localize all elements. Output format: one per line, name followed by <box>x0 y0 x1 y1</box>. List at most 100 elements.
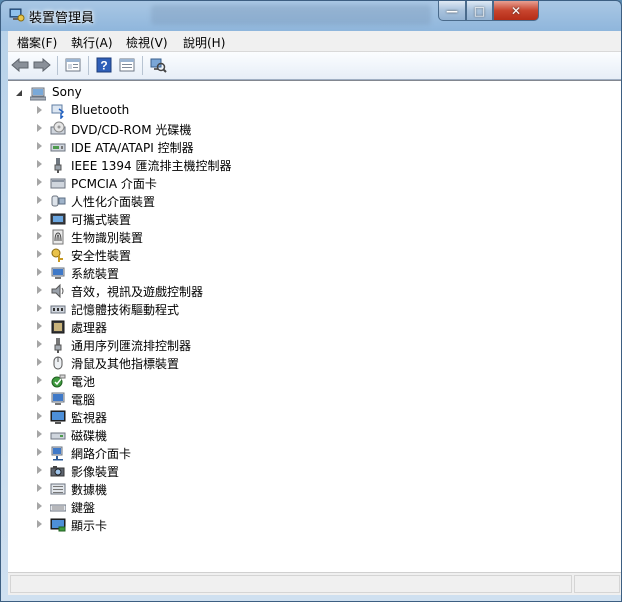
expand-arrow-icon[interactable] <box>37 160 42 168</box>
properties-button[interactable] <box>63 56 83 74</box>
minimize-icon: — <box>446 3 458 18</box>
tree-item[interactable]: 音效，視訊及遊戲控制器 <box>8 282 568 300</box>
expand-arrow-icon[interactable] <box>37 394 42 402</box>
tree-item[interactable]: DVD/CD-ROM 光碟機 <box>8 120 568 138</box>
tree-item-label: 監視器 <box>71 411 108 425</box>
tree-item[interactable]: IEEE 1394 匯流排主機控制器 <box>8 156 568 174</box>
tree-item[interactable]: 滑鼠及其他指標裝置 <box>8 354 568 372</box>
maximize-button[interactable]: □ <box>466 1 493 21</box>
device-tree[interactable]: Sony Bluetooth DVD/CD-ROM 光碟機 IDE ATA/ATAP… <box>8 80 621 572</box>
tree-item[interactable]: 監視器 <box>8 408 568 426</box>
tree-item-label: 人性化介面裝置 <box>71 195 156 209</box>
close-button[interactable]: ✕ <box>493 1 539 21</box>
tree-item-label: Bluetooth <box>71 103 130 117</box>
tree-item-label: 記憶體技術驅動程式 <box>71 303 180 317</box>
battery-icon <box>51 374 66 388</box>
tree-item[interactable]: 電池 <box>8 372 568 390</box>
expand-arrow-icon[interactable] <box>37 124 42 132</box>
tree-item-label: PCMCIA 介面卡 <box>71 177 157 191</box>
tree-item-label: 安全性裝置 <box>71 249 132 263</box>
tree-item[interactable]: 生物識別裝置 <box>8 228 568 246</box>
tree-item[interactable]: 網路介面卡 <box>8 444 568 462</box>
tree-item-label: 通用序列匯流排控制器 <box>71 339 192 353</box>
expand-arrow-icon[interactable] <box>37 412 42 420</box>
system-device-icon <box>51 267 65 279</box>
expand-arrow-icon[interactable] <box>37 358 42 366</box>
expand-arrow-icon[interactable] <box>37 448 42 456</box>
hid-icon <box>51 195 66 207</box>
view-button[interactable] <box>117 56 137 74</box>
minimize-button[interactable]: — <box>438 1 466 21</box>
expand-arrow-icon[interactable] <box>37 214 42 222</box>
expand-arrow-icon[interactable] <box>37 286 42 294</box>
pcmcia-icon <box>50 178 66 189</box>
expand-arrow-icon[interactable] <box>37 232 42 240</box>
window-title: 裝置管理員 <box>29 11 95 26</box>
tree-item-label: 系統裝置 <box>71 267 120 281</box>
expand-arrow-icon[interactable] <box>37 520 42 528</box>
tree-item[interactable]: 數據機 <box>8 480 568 498</box>
tree-item[interactable]: 人性化介面裝置 <box>8 192 568 210</box>
tree-root[interactable]: Sony <box>8 84 568 102</box>
ide-icon <box>50 143 66 152</box>
tree-item-label: 音效，視訊及遊戲控制器 <box>71 285 204 299</box>
tree-item[interactable]: 通用序列匯流排控制器 <box>8 336 568 354</box>
tree-item[interactable]: 電腦 <box>8 390 568 408</box>
menu-view[interactable]: 檢視(V) <box>126 34 168 51</box>
help-button[interactable]: ? <box>94 56 114 74</box>
expand-arrow-icon[interactable] <box>37 142 42 150</box>
tree-item[interactable]: 系統裝置 <box>8 264 568 282</box>
tree-item[interactable]: 記憶體技術驅動程式 <box>8 300 568 318</box>
menu-help[interactable]: 說明(H) <box>183 34 225 51</box>
scan-hardware-button[interactable] <box>148 56 168 74</box>
tree-item[interactable]: 鍵盤 <box>8 498 568 516</box>
expand-arrow-icon[interactable] <box>37 304 42 312</box>
tree-item[interactable]: 磁碟機 <box>8 426 568 444</box>
tree-item[interactable]: 安全性裝置 <box>8 246 568 264</box>
ieee1394-icon <box>54 158 62 173</box>
tree-item-label: IEEE 1394 匯流排主機控制器 <box>71 159 232 173</box>
tree-item[interactable]: 可攜式裝置 <box>8 210 568 228</box>
expand-arrow-icon[interactable] <box>37 502 42 510</box>
expand-arrow-icon[interactable] <box>37 322 42 330</box>
status-pane-main <box>10 575 572 593</box>
tree-item[interactable]: IDE ATA/ATAPI 控制器 <box>8 138 568 156</box>
camera-icon <box>50 466 65 477</box>
bluetooth-icon <box>51 104 65 119</box>
expand-arrow-icon[interactable] <box>37 430 42 438</box>
tree-item-label: 生物識別裝置 <box>71 231 144 245</box>
expand-arrow-icon[interactable] <box>37 250 42 258</box>
back-button[interactable] <box>10 56 30 74</box>
tree-item-label: 磁碟機 <box>71 429 108 443</box>
view-icon <box>119 58 135 72</box>
tree-item[interactable]: 顯示卡 <box>8 516 568 534</box>
forward-button[interactable] <box>32 56 52 74</box>
tree-item-label: IDE ATA/ATAPI 控制器 <box>71 141 194 155</box>
menu-action[interactable]: 執行(A) <box>71 34 113 51</box>
collapse-arrow-icon[interactable] <box>16 90 22 96</box>
tree-item[interactable]: Bluetooth <box>8 102 568 120</box>
tree-item-label: 顯示卡 <box>71 519 108 533</box>
expand-arrow-icon[interactable] <box>37 106 42 114</box>
expand-arrow-icon[interactable] <box>37 466 42 474</box>
tree-item[interactable]: 影像裝置 <box>8 462 568 480</box>
expand-arrow-icon[interactable] <box>37 178 42 186</box>
expand-arrow-icon[interactable] <box>37 268 42 276</box>
title-bar[interactable]: 裝置管理員 — □ ✕ <box>1 1 621 29</box>
expand-arrow-icon[interactable] <box>37 484 42 492</box>
fingerprint-icon <box>52 229 64 245</box>
menu-file[interactable]: 檔案(F) <box>17 34 57 51</box>
expand-arrow-icon[interactable] <box>37 340 42 348</box>
disk-drive-icon <box>50 432 66 440</box>
mouse-icon <box>53 356 63 370</box>
menu-bar: 檔案(F) 執行(A) 檢視(V) 說明(H) <box>8 31 621 52</box>
scan-hardware-icon <box>150 58 167 73</box>
help-icon: ? <box>96 57 112 73</box>
tree-item[interactable]: 處理器 <box>8 318 568 336</box>
expand-arrow-icon[interactable] <box>37 376 42 384</box>
svg-text:?: ? <box>100 59 107 73</box>
maximize-icon: □ <box>473 3 486 18</box>
close-icon: ✕ <box>510 3 522 18</box>
tree-item[interactable]: PCMCIA 介面卡 <box>8 174 568 192</box>
expand-arrow-icon[interactable] <box>37 196 42 204</box>
